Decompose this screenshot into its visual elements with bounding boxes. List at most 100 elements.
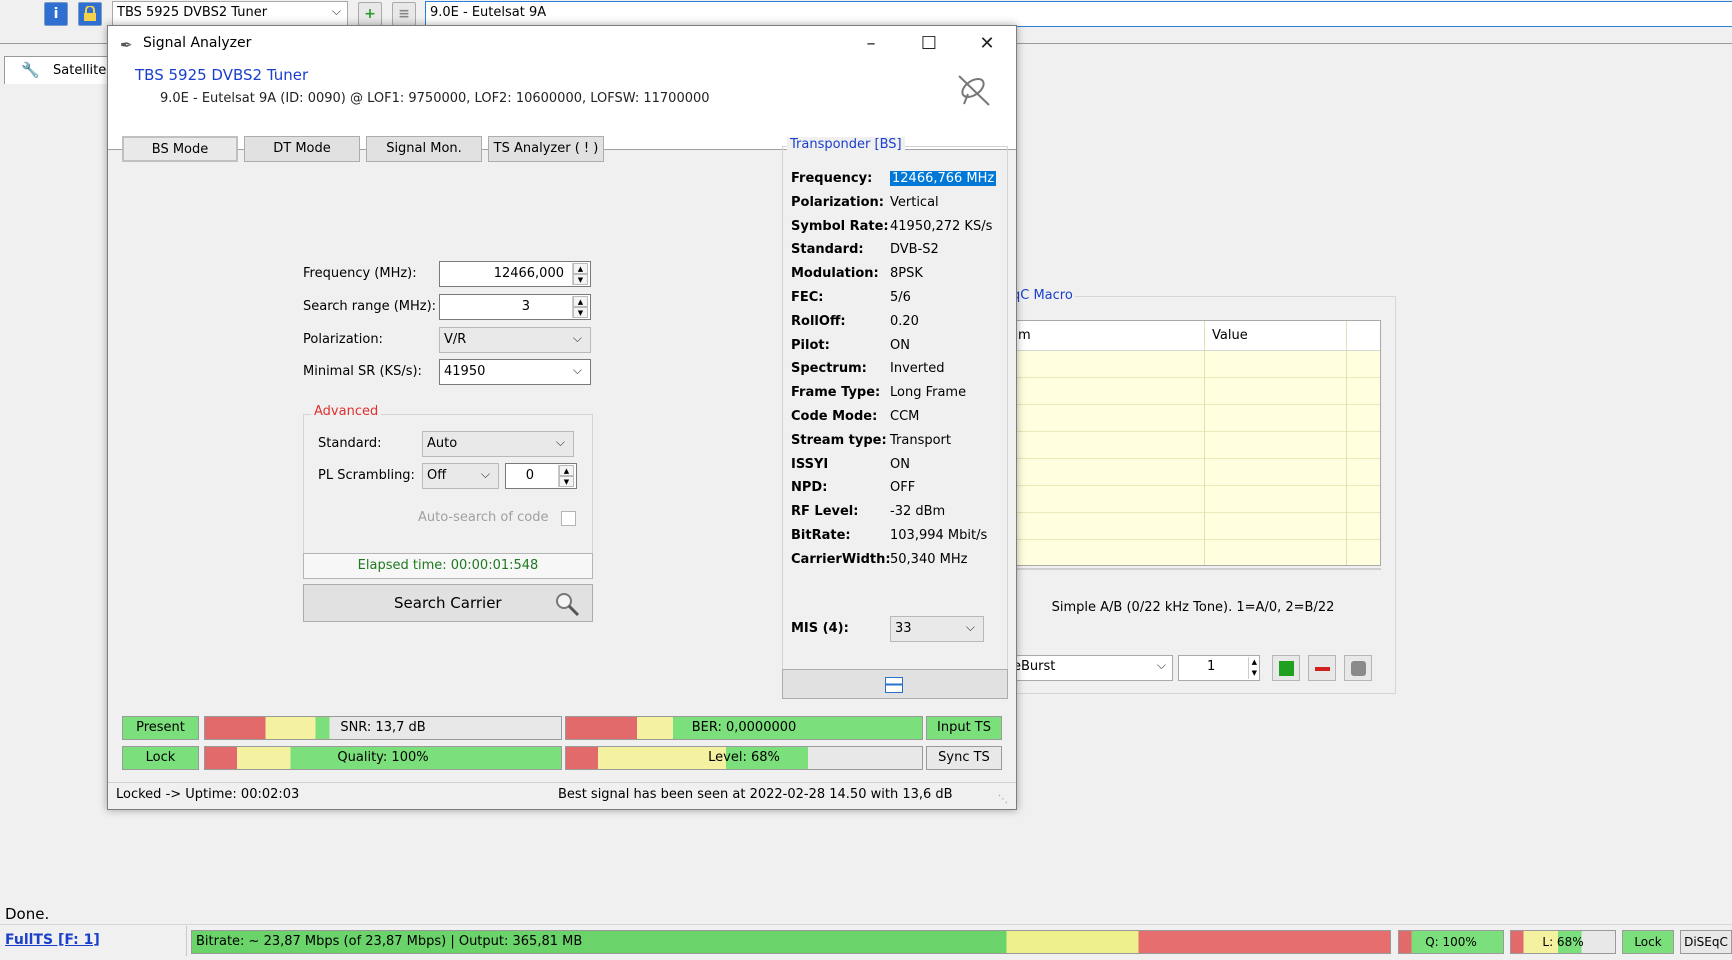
bs-mode-button[interactable]: BS Mode (122, 136, 238, 162)
frequency-input[interactable]: 12466,000 ▲ ▼ (439, 261, 591, 287)
transponder-key: RF Level: (791, 504, 859, 520)
ts-analyzer-button[interactable]: TS Analyzer ( ! ) (488, 136, 604, 162)
transponder-key: Standard: (791, 242, 864, 258)
transponder-key: NPD: (791, 480, 828, 496)
dt-mode-button[interactable]: DT Mode (244, 136, 360, 162)
erase-macro-button[interactable] (1344, 655, 1372, 681)
diseqc-legend: qC Macro (1010, 288, 1075, 303)
table-row[interactable] (1006, 432, 1380, 459)
diseqc-chip: DiSEqC (1680, 930, 1732, 954)
transponder-value: ON (890, 456, 910, 472)
transponder-value[interactable]: 12466,766 MHz (890, 171, 997, 186)
lock-chip: Lock (1622, 930, 1674, 954)
fullts-link[interactable]: FullTS [F: 1] (5, 932, 100, 948)
transponder-legend: Transponder [BS] (787, 137, 905, 152)
autosearch-checkbox[interactable] (561, 511, 576, 526)
transponder-key: Modulation: (791, 266, 879, 282)
table-row[interactable] (1006, 459, 1380, 486)
best-signal-text: Best signal has been seen at 2022-02-28 … (558, 787, 953, 802)
uptime-text: Locked -> Uptime: 00:02:03 (116, 787, 300, 802)
minimize-button[interactable]: – (842, 26, 900, 62)
diseqc-table[interactable]: m Value (1005, 320, 1381, 566)
transponder-value: OFF (890, 480, 916, 496)
diseqc-mode-select[interactable]: eBurst ⌵ (1008, 655, 1173, 681)
transponder-value: -32 dBm (890, 504, 946, 520)
table-row[interactable] (1006, 405, 1380, 432)
maximize-button[interactable]: ☐ (900, 26, 958, 62)
transponder-value: 8PSK (890, 266, 923, 282)
diseqc-count-stepper[interactable]: 1 ▲ ▼ (1178, 655, 1260, 681)
pl-scrambling-label: PL Scrambling: (318, 468, 415, 483)
standard-select[interactable]: Auto ⌵ (422, 431, 574, 457)
mis-label: MIS (4): (791, 621, 849, 636)
mis-select[interactable]: 33 ⌵ (890, 616, 984, 642)
pl-scrambling-select[interactable]: Off ⌵ (422, 463, 499, 489)
list-icon[interactable]: ≡ (392, 2, 416, 26)
level-bar: Level: 68% (565, 746, 923, 770)
transponder-value: Long Frame (890, 385, 967, 401)
transponder-key: Spectrum: (791, 361, 867, 377)
tuner-title: TBS 5925 DVBS2 Tuner (135, 66, 309, 84)
search-carrier-button[interactable]: Search Carrier (303, 584, 593, 622)
level-chip: L: 68% (1510, 930, 1616, 954)
table-row[interactable] (1006, 378, 1380, 405)
standard-label: Standard: (318, 436, 382, 451)
transponder-key: BitRate: (791, 528, 851, 543)
frequency-label: Frequency (MHz): (303, 266, 417, 281)
diseqc-col-name[interactable]: m (1018, 328, 1031, 343)
autosearch-label: Auto-search of code (418, 510, 549, 525)
sync-ts-indicator: Sync TS (926, 746, 1002, 770)
transponder-value: Inverted (890, 361, 945, 377)
pl-scrambling-code-input[interactable]: 0 ▲ ▼ (505, 463, 577, 489)
transponder-key: Code Mode: (791, 409, 878, 424)
info-icon[interactable]: i (44, 2, 68, 26)
remove-macro-button[interactable] (1308, 655, 1336, 681)
tab-satellite-label: Satellite (53, 63, 107, 78)
polarization-label: Polarization: (303, 332, 383, 347)
add-channel-icon[interactable]: + (358, 2, 382, 26)
search-range-input[interactable]: 3 ▲ ▼ (439, 294, 591, 320)
table-row[interactable] (1006, 486, 1380, 513)
transponder-value: 0.20 (890, 313, 919, 329)
bitrate-text: Bitrate: ~ 23,87 Mbps (of 23,87 Mbps) | … (196, 934, 583, 949)
dialog-title: Signal Analyzer (143, 35, 252, 51)
transponder-value: CCM (890, 409, 920, 424)
snr-bar: SNR: 13,7 dB (204, 716, 562, 740)
search-carrier-label: Search Carrier (394, 594, 502, 612)
diseqc-col-value[interactable]: Value (1212, 328, 1248, 343)
transponder-value: 103,994 Mbit/s (890, 528, 988, 543)
minus-icon (1315, 667, 1330, 671)
transponder-key: Symbol Rate: (791, 218, 889, 234)
table-row[interactable] (1006, 351, 1380, 378)
lock-icon[interactable] (78, 2, 102, 26)
tuner-select[interactable]: TBS 5925 DVBS2 Tuner ⌵ (112, 1, 348, 27)
title-bar[interactable]: ✒ Signal Analyzer – ☐ ✕ (108, 26, 1016, 62)
satellite-dish-icon: ✒ (120, 36, 133, 54)
transponder-value: 41950,272 KS/s (890, 218, 993, 234)
transponder-key: CarrierWidth: (791, 551, 891, 567)
signal-mon-button[interactable]: Signal Mon. (366, 136, 482, 162)
divider (186, 926, 187, 956)
transponder-value: Vertical (890, 194, 939, 210)
resize-grip-icon[interactable]: ⋱ (998, 794, 1008, 805)
column-divider (1346, 321, 1347, 565)
transponder-value: Transport (890, 432, 952, 448)
spectrum-window-button[interactable] (782, 669, 1008, 699)
transponder-key: Frequency: (791, 171, 873, 186)
transponder-key: Pilot: (791, 337, 830, 353)
transponder-key: Frame Type: (791, 385, 881, 401)
tab-satellite[interactable]: 🔧 Satellite (4, 56, 124, 84)
search-range-label: Search range (MHz): (303, 299, 437, 314)
close-button[interactable]: ✕ (958, 26, 1016, 62)
polarization-select[interactable]: V/R ⌵ (439, 327, 591, 353)
diseqc-table-header: m Value (1006, 321, 1380, 351)
plus-icon (1279, 661, 1294, 676)
transponder-value: ON (890, 337, 910, 353)
tuner-info: 9.0E - Eutelsat 9A (ID: 0090) @ LOF1: 97… (160, 91, 710, 106)
eraser-icon (1351, 661, 1366, 676)
satellite-field[interactable]: 9.0E - Eutelsat 9A (425, 1, 1732, 27)
transponder-key: ISSYI (791, 456, 829, 472)
add-macro-button[interactable] (1272, 655, 1300, 681)
table-row[interactable] (1006, 513, 1380, 540)
min-sr-select[interactable]: 41950 ⌵ (439, 359, 591, 385)
